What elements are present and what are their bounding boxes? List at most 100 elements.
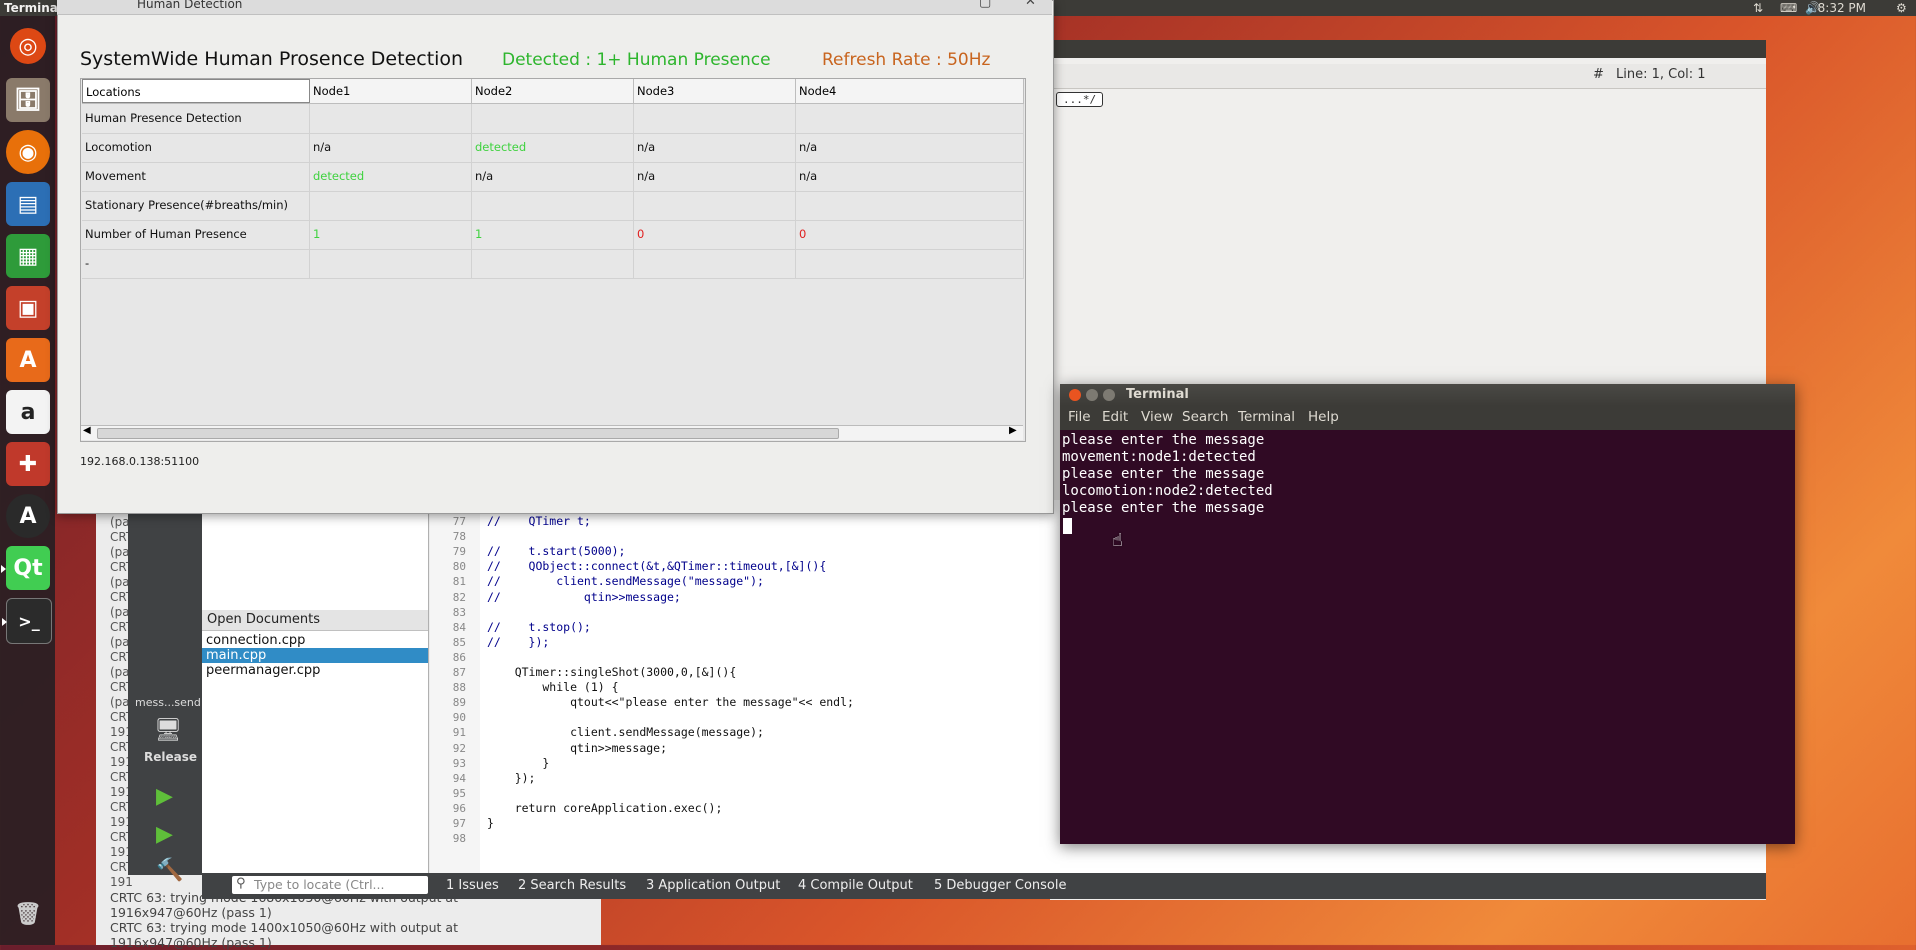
- row-label: Number of Human Presence: [82, 220, 310, 249]
- calc-icon[interactable]: ▦: [6, 234, 50, 278]
- trash-icon[interactable]: 🗑: [6, 892, 50, 936]
- code-line: // QTimer t;: [487, 514, 591, 528]
- writer-icon[interactable]: ▤: [6, 182, 50, 226]
- settings-icon[interactable]: ✚: [6, 442, 50, 486]
- table-row: Stationary Presence(#breaths/min): [82, 191, 1024, 221]
- gear-icon[interactable]: ⚙: [1896, 1, 1907, 15]
- table-cell: n/a: [796, 133, 1024, 162]
- line-number: 94: [452, 771, 466, 785]
- table-cell: [634, 104, 796, 133]
- table-row: Number of Human Presence 1 1 0 0: [82, 220, 1024, 250]
- run-icon[interactable]: ▶: [156, 784, 173, 809]
- table-cell: n/a: [796, 162, 1024, 191]
- qt-mode-bar: mess...send 🖥 Release ▶ ▶ 🔨: [128, 500, 202, 883]
- log-bottom: CRTC 63: trying mode 1680x1050@60Hz with…: [110, 890, 458, 950]
- terminal-menu-item[interactable]: Search: [1182, 409, 1228, 425]
- line-number: 83: [452, 605, 466, 619]
- column-header: Node3: [634, 79, 796, 103]
- code-line: // qtin>>message;: [487, 589, 681, 604]
- scroll-left-icon[interactable]: ◀: [83, 425, 91, 436]
- impress-icon[interactable]: ▣: [6, 286, 50, 330]
- active-app-title: Termina: [4, 1, 58, 15]
- maximize-icon[interactable]: ▢: [979, 0, 991, 10]
- log-line: 1916x947@60Hz (pass 1): [110, 905, 272, 920]
- table-cell: detected: [310, 162, 472, 191]
- terminal-title: Terminal: [1126, 387, 1189, 402]
- keyboard-icon[interactable]: ⌨: [1780, 1, 1797, 15]
- line-number: 78: [452, 530, 466, 544]
- line-number: 92: [452, 741, 466, 755]
- maximize-icon[interactable]: [1103, 389, 1115, 401]
- terminal-menu-item[interactable]: Edit: [1102, 409, 1128, 425]
- terminal-menu-item[interactable]: Terminal: [1238, 409, 1295, 425]
- table-row: Locomotion n/a detected n/a n/a: [82, 133, 1024, 163]
- table-cell: [634, 249, 796, 278]
- qt-creator-icon[interactable]: Qt: [1, 546, 50, 590]
- hash-label: #: [1593, 67, 1604, 82]
- line-number: 87: [452, 666, 466, 679]
- network-icon[interactable]: ⇅: [1753, 1, 1763, 15]
- document-list: connection.cpp main.cpp peermanager.cpp: [202, 631, 428, 678]
- code-line: // client.sendMessage("message");: [487, 574, 764, 589]
- close-icon[interactable]: ✕: [1025, 0, 1036, 9]
- table-row: Human Presence Detection: [82, 104, 1024, 134]
- locate-placeholder: Type to locate (Ctrl...: [254, 877, 385, 892]
- table-cell: detected: [472, 133, 634, 162]
- ubuntu-dash-icon[interactable]: ◎: [10, 28, 46, 64]
- hd-titlebar: Human Detection ▢ ✕: [57, 0, 1052, 15]
- code-line: // t.start(5000);: [487, 544, 626, 559]
- code-line: QTimer::singleShot(3000,0,[&](){: [487, 665, 737, 679]
- document-item[interactable]: main.cpp: [202, 648, 428, 663]
- terminal-icon[interactable]: >_: [2, 598, 52, 644]
- terminal-line: please enter the message: [1062, 500, 1265, 516]
- build-hammer-icon[interactable]: 🔨: [156, 858, 183, 883]
- table-cell: [796, 191, 1024, 220]
- row-label: Movement: [82, 162, 310, 191]
- code-line: // t.stop();: [487, 619, 591, 634]
- scroll-right-icon[interactable]: ▶: [1009, 425, 1017, 436]
- code-line: return coreApplication.exec();: [487, 800, 723, 815]
- amazon-icon[interactable]: a: [6, 390, 50, 434]
- hd-window-title: Human Detection: [137, 0, 243, 11]
- firefox-icon[interactable]: ◉: [6, 130, 50, 174]
- terminal-menu-item[interactable]: Help: [1308, 409, 1339, 425]
- terminal-line: please enter the message: [1062, 432, 1265, 448]
- document-item[interactable]: peermanager.cpp: [202, 663, 428, 678]
- line-number: 98: [452, 832, 466, 846]
- output-tab[interactable]: 4 Compile Output: [798, 878, 913, 893]
- table-cell: [472, 191, 634, 220]
- debug-run-icon[interactable]: ▶: [156, 822, 173, 847]
- line-number: 86: [452, 650, 466, 664]
- server-address: 192.168.0.138:51100: [80, 455, 200, 468]
- monitor-icon[interactable]: 🖥: [154, 718, 182, 743]
- table-cell: [796, 249, 1024, 278]
- open-documents-title: Open Documents: [207, 612, 320, 627]
- line-number: 79: [452, 545, 466, 559]
- terminal-menu-item[interactable]: File: [1068, 409, 1091, 425]
- table-cell: [310, 249, 472, 278]
- locate-input[interactable]: ⚲ Type to locate (Ctrl...: [232, 876, 428, 894]
- minimize-icon[interactable]: [1086, 389, 1098, 401]
- terminal-menu-item[interactable]: View: [1141, 409, 1173, 425]
- row-label: Locomotion: [82, 133, 310, 162]
- output-tab[interactable]: 3 Application Output: [646, 878, 780, 893]
- output-tab[interactable]: 2 Search Results: [518, 878, 626, 893]
- column-header: Node4: [796, 79, 1024, 103]
- document-item[interactable]: connection.cpp: [202, 633, 428, 648]
- clock[interactable]: 8:32 PM: [1818, 1, 1866, 15]
- files-icon[interactable]: 🗄: [6, 78, 50, 122]
- table-cell: 1: [472, 220, 634, 249]
- terminal-menubar: File Edit View Search Terminal Help: [1060, 406, 1795, 430]
- line-number: 97: [452, 817, 466, 830]
- table-row: -: [82, 249, 1024, 279]
- output-tab[interactable]: 1 Issues: [446, 878, 499, 893]
- open-documents-header: Open Documents: [202, 610, 428, 631]
- code-snippet: ...*/: [1056, 92, 1104, 107]
- output-tab[interactable]: 5 Debugger Console: [934, 878, 1067, 893]
- scroll-thumb[interactable]: [97, 428, 839, 439]
- software-center-icon[interactable]: A: [6, 338, 50, 382]
- terminal-line: locomotion:node2:detected: [1062, 483, 1273, 499]
- horizontal-scrollbar[interactable]: ◀ ▶: [81, 425, 1023, 440]
- close-icon[interactable]: [1069, 389, 1081, 401]
- updater-icon[interactable]: A: [6, 494, 50, 538]
